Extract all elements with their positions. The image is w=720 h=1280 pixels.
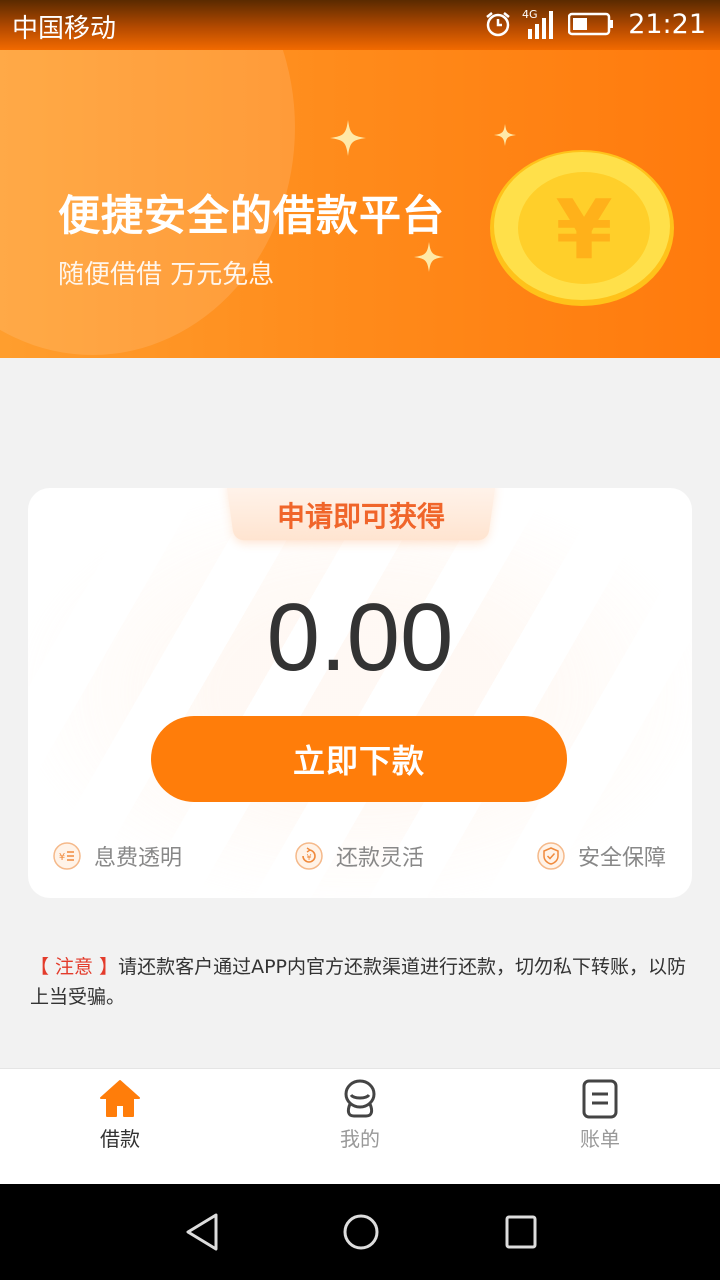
status-icons: 4G 21:21 xyxy=(484,6,706,42)
feature-label: 息费透明 xyxy=(94,846,183,871)
loan-card: 申请即可获得 0.00 立即下款 ¥ 息费透明 ¥ 还款灵活 安全保障 xyxy=(28,488,692,898)
bill-icon xyxy=(550,1077,650,1121)
svg-text:¥: ¥ xyxy=(306,853,311,862)
borrow-now-button[interactable]: 立即下款 xyxy=(151,716,567,802)
repay-icon: ¥ xyxy=(294,841,324,871)
banner-subtitle: 随便借借 万元免息 xyxy=(58,260,275,290)
signal-icon: 4G xyxy=(522,7,558,41)
feature-list: ¥ 息费透明 ¥ 还款灵活 安全保障 xyxy=(28,838,692,874)
tab-label: 我的 xyxy=(340,1127,380,1151)
tab-mine[interactable]: 我的 xyxy=(310,1077,410,1152)
network-type: 4G xyxy=(522,8,538,21)
home-icon xyxy=(70,1077,170,1121)
feature-fee-transparent: ¥ 息费透明 xyxy=(52,838,182,874)
coin-icon: ¥ xyxy=(490,150,674,306)
fee-icon: ¥ xyxy=(52,841,82,871)
loan-amount: 0.00 xyxy=(266,584,454,691)
notice-text: 请还款客户通过APP内官方还款渠道进行还款，切勿私下转账，以防上当受骗。 xyxy=(30,956,687,1008)
profile-icon xyxy=(310,1077,410,1121)
feature-security: 安全保障 xyxy=(536,838,666,874)
sparkle-icon xyxy=(494,124,516,146)
notice-label: 【 注意 】 xyxy=(30,956,119,978)
tab-borrow[interactable]: 借款 xyxy=(70,1077,170,1152)
feature-label: 安全保障 xyxy=(578,846,667,871)
battery-icon xyxy=(568,11,614,37)
tab-label: 账单 xyxy=(580,1127,620,1151)
coin-symbol: ¥ xyxy=(555,183,612,278)
recents-icon[interactable] xyxy=(504,1212,538,1252)
feature-flexible-repay: ¥ 还款灵活 xyxy=(294,838,424,874)
notice-text-block: 【 注意 】请还款客户通过APP内官方还款渠道进行还款，切勿私下转账，以防上当受… xyxy=(30,952,690,1012)
hero-banner: 便捷安全的借款平台 随便借借 万元免息 ¥ xyxy=(0,50,720,358)
back-icon[interactable] xyxy=(184,1212,220,1252)
sparkle-icon xyxy=(414,242,444,272)
banner-title: 便捷安全的借款平台 xyxy=(58,191,446,240)
alarm-icon xyxy=(484,10,512,38)
home-nav-icon[interactable] xyxy=(342,1212,380,1252)
carrier-name: 中国移动 xyxy=(12,14,117,44)
tab-bill[interactable]: 账单 xyxy=(550,1077,650,1152)
clock: 21:21 xyxy=(628,8,706,40)
svg-text:¥: ¥ xyxy=(59,852,65,863)
shield-icon xyxy=(536,841,566,871)
card-tag-label: 申请即可获得 xyxy=(276,500,445,533)
system-navigation-bar xyxy=(0,1184,720,1280)
bottom-tab-bar: 借款 我的 账单 xyxy=(0,1068,720,1184)
card-background-pattern xyxy=(28,488,692,898)
status-bar: 中国移动 4G 21:21 xyxy=(0,0,720,50)
feature-label: 还款灵活 xyxy=(336,846,425,871)
tab-label: 借款 xyxy=(100,1127,140,1151)
sparkle-icon xyxy=(330,120,366,156)
